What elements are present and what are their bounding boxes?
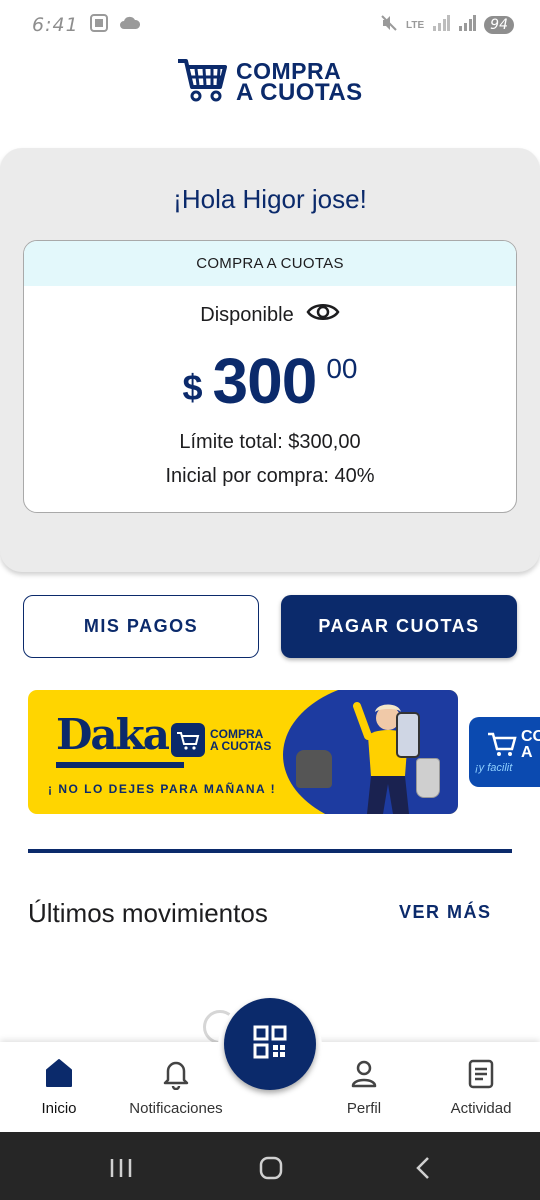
credit-header: COMPRA A CUOTAS: [24, 241, 516, 286]
banner2-line-2: A: [521, 744, 533, 761]
cloud-icon: [119, 16, 141, 35]
promo-banner[interactable]: Daka COMPRA A CUOTAS ¡ NO LO DEJES PARA …: [28, 690, 458, 814]
nav-actividad[interactable]: Actividad: [440, 1042, 522, 1132]
list-icon: [467, 1058, 495, 1092]
cart-icon-2: [487, 731, 517, 762]
eye-icon[interactable]: [306, 301, 340, 329]
coffee-pot-image: [416, 758, 440, 798]
banner-slogan: ¡ NO LO DEJES PARA MAÑANA !: [48, 782, 277, 796]
nav-label-notificaciones: Notificaciones: [129, 1100, 223, 1117]
movements-title: Últimos movimientos: [28, 898, 268, 928]
signal-icon-2: [458, 14, 477, 36]
network-type: LTE: [406, 19, 425, 31]
credit-box: COMPRA A CUOTAS Disponible $ 300 00 Lími…: [23, 240, 517, 513]
system-nav-bar: [0, 1132, 540, 1200]
available-amount: $ 300 00: [24, 349, 516, 413]
banner-mini-logo: COMPRA A CUOTAS: [171, 723, 271, 757]
status-bar: 6:41 LTE 94: [0, 0, 540, 50]
mini-logo-line-2: A CUOTAS: [210, 739, 272, 753]
logo-line-2: A CUOTAS: [236, 78, 363, 106]
back-icon[interactable]: [414, 1156, 432, 1185]
available-label: Disponible: [200, 303, 294, 326]
screenshot-icon: [89, 13, 109, 38]
see-more-link[interactable]: VER MÁS: [399, 902, 492, 923]
total-limit: Límite total: $300,00: [179, 431, 361, 453]
home-button-icon[interactable]: [259, 1156, 283, 1185]
nav-notificaciones[interactable]: Notificaciones: [120, 1042, 232, 1132]
amount-integer: 300: [212, 345, 318, 417]
section-divider: [28, 849, 512, 853]
phone-image: [396, 712, 420, 758]
person-icon: [350, 1058, 378, 1092]
qr-code-icon: [253, 1025, 287, 1064]
greeting-title: ¡Hola Higor jose!: [173, 184, 367, 214]
qr-scan-button[interactable]: [224, 998, 316, 1090]
brand-underline: [56, 762, 184, 768]
mixer-image: [296, 750, 332, 788]
nav-label-perfil: Perfil: [346, 1100, 382, 1117]
mute-icon: [380, 14, 398, 37]
banner2-line-1: CO: [521, 728, 540, 745]
nav-perfil[interactable]: Perfil: [334, 1042, 394, 1132]
banner2-subtitle: ¡y facilit: [475, 762, 513, 774]
nav-inicio[interactable]: Inicio: [28, 1042, 90, 1132]
status-time: 6:41: [32, 14, 79, 36]
battery-level: 94: [484, 16, 514, 34]
amount-decimal: 00: [326, 353, 358, 384]
bell-icon: [162, 1058, 190, 1092]
home-icon: [45, 1058, 73, 1092]
daka-brand: Daka: [56, 710, 170, 759]
promo-banner-2[interactable]: CO A ¡y facilit: [469, 717, 540, 787]
recent-apps-icon[interactable]: [109, 1157, 133, 1184]
shopping-cart-icon: [176, 55, 228, 108]
cart-icon: [171, 723, 205, 757]
nav-label-inicio: Inicio: [41, 1100, 77, 1117]
currency-symbol: $: [182, 367, 203, 408]
nav-label-actividad: Actividad: [450, 1100, 512, 1117]
mis-pagos-button[interactable]: MIS PAGOS: [23, 595, 259, 658]
signal-icon: [432, 14, 451, 36]
initial-per-purchase: Inicial por compra: 40%: [165, 465, 375, 487]
app-logo: COMPRA A CUOTAS: [176, 55, 363, 108]
pagar-cuotas-button[interactable]: PAGAR CUOTAS: [281, 595, 517, 658]
